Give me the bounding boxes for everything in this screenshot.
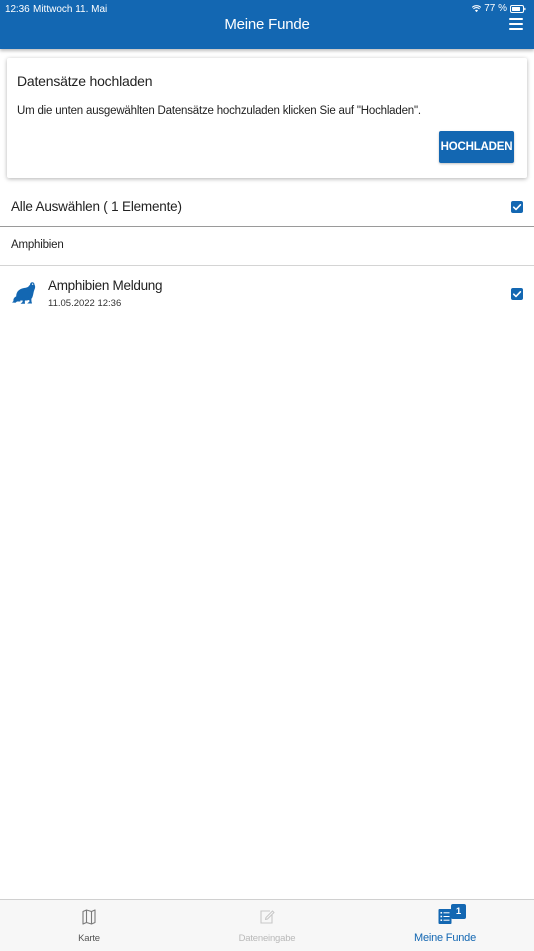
tab-dateneingabe-label: Dateneingabe xyxy=(238,933,296,944)
upload-card-title: Datensätze hochladen xyxy=(17,73,153,89)
select-all-row[interactable]: Alle Auswählen ( 1 Elemente) xyxy=(0,187,534,227)
tab-karte[interactable]: Karte xyxy=(0,900,178,951)
map-icon xyxy=(82,909,96,925)
select-all-checkbox[interactable] xyxy=(511,201,523,213)
select-all-label: Alle Auswählen ( 1 Elemente) xyxy=(11,199,182,214)
item-checkbox[interactable] xyxy=(511,288,523,300)
tab-dateneingabe[interactable]: Dateneingabe xyxy=(178,900,356,951)
list-item[interactable]: Amphibien Meldung 11.05.2022 12:36 xyxy=(0,266,534,322)
upload-card-description: Um die unten ausgewählten Datensätze hoc… xyxy=(17,105,421,117)
frog-icon xyxy=(11,280,37,305)
battery-level: 77 % xyxy=(484,3,507,14)
tab-karte-label: Karte xyxy=(78,933,100,944)
upload-card: Datensätze hochladen Um die unten ausgew… xyxy=(7,58,527,178)
item-timestamp: 11.05.2022 12:36 xyxy=(48,298,122,309)
notification-badge: 1 xyxy=(451,904,466,919)
app-header: 12:36 Mittwoch 11. Mai 77 % Meine Funde xyxy=(0,0,534,49)
tab-meine-funde[interactable]: 1 Meine Funde xyxy=(356,900,534,951)
edit-icon xyxy=(259,909,275,925)
wifi-icon xyxy=(472,4,482,13)
status-time: 12:36 xyxy=(5,4,30,15)
item-title: Amphibien Meldung xyxy=(48,278,163,293)
status-date: Mittwoch 11. Mai xyxy=(33,4,108,15)
tab-meine-funde-label: Meine Funde xyxy=(413,932,476,944)
bottom-tab-bar: Karte Dateneingabe 1 Meine Funde xyxy=(0,899,534,951)
list-icon xyxy=(438,909,452,924)
upload-button[interactable]: HOCHLADEN xyxy=(439,131,514,163)
category-header: Amphibien xyxy=(0,227,534,266)
category-label: Amphibien xyxy=(11,239,64,251)
hamburger-menu-icon[interactable] xyxy=(509,18,523,31)
status-indicators: 77 % xyxy=(472,3,526,14)
page-title: Meine Funde xyxy=(224,16,310,33)
battery-icon xyxy=(510,4,526,13)
